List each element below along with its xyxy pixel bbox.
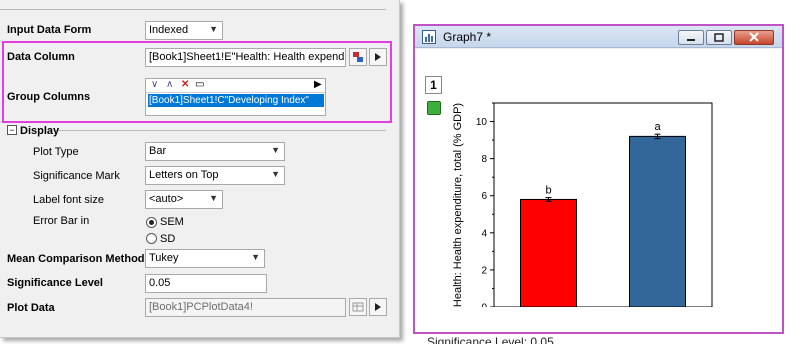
bar-chart: 0 2 4 6 8 10 Health: Health expenditure, total… bbox=[452, 102, 713, 308]
plot-data-arrow-button[interactable] bbox=[369, 298, 387, 316]
delete-icon[interactable]: ✕ bbox=[181, 79, 189, 90]
graph-window: Graph7 * 1 0246810Health: Health expendi… bbox=[413, 24, 784, 344]
chevron-down-icon: ▼ bbox=[209, 24, 218, 34]
group-columns-toolbar: ∨ ∧ ✕ ▭ ▶ bbox=[146, 79, 325, 93]
collapse-icon[interactable]: − bbox=[7, 125, 17, 135]
table-picker-icon bbox=[352, 302, 364, 312]
graph-page: 1 0246810Health: Health expenditure, tot… bbox=[415, 49, 782, 344]
expand-arrow-button[interactable] bbox=[369, 48, 387, 66]
close-button[interactable] bbox=[734, 30, 774, 45]
display-divider bbox=[55, 130, 386, 131]
significance-mark-value: Letters on Top bbox=[149, 169, 219, 181]
significance-level-label: Significance Level bbox=[7, 277, 103, 289]
plot-type-label: Plot Type bbox=[33, 146, 79, 158]
input-data-form-label: Input Data Form bbox=[7, 24, 92, 36]
column-picker-button[interactable] bbox=[349, 48, 367, 66]
significance-letter: a bbox=[654, 121, 661, 133]
play-right-icon bbox=[375, 303, 381, 311]
chevron-down-icon: ▼ bbox=[251, 252, 260, 262]
significance-mark-combo[interactable]: Letters on Top ▼ bbox=[145, 166, 285, 185]
significance-level-field[interactable]: 0.05 bbox=[145, 274, 267, 293]
y-tick-label: 4 bbox=[481, 228, 487, 239]
data-column-label: Data Column bbox=[7, 51, 75, 63]
close-icon bbox=[749, 32, 759, 42]
y-axis-title: Health: Health expenditure, total (% GDP… bbox=[452, 103, 464, 307]
significance-mark-label: Significance Mark bbox=[33, 170, 120, 182]
graph-title: Graph7 * bbox=[443, 30, 492, 44]
minimize-button[interactable] bbox=[678, 30, 704, 45]
dialog-panel: Input Data Form Indexed ▼ Data Column [B… bbox=[0, 0, 400, 338]
y-tick-label: 10 bbox=[476, 117, 488, 128]
maximize-button[interactable] bbox=[706, 30, 732, 45]
significance-letter: b bbox=[545, 185, 551, 197]
group-columns-list[interactable]: ∨ ∧ ✕ ▭ ▶ [Book1]Sheet1!C"Developing Ind… bbox=[145, 78, 326, 116]
move-up-icon[interactable]: ∧ bbox=[166, 79, 173, 90]
sd-option-label: SD bbox=[160, 233, 176, 245]
plot-data-value: [Book1]PCPlotData4! bbox=[149, 301, 253, 313]
mean-comparison-value: Tukey bbox=[149, 252, 179, 264]
input-data-form-combo[interactable]: Indexed ▼ bbox=[145, 21, 223, 40]
minimize-icon bbox=[687, 39, 695, 41]
maximize-icon bbox=[714, 33, 724, 42]
plot-data-field: [Book1]PCPlotData4! bbox=[145, 298, 346, 317]
column-picker-icon bbox=[353, 52, 363, 62]
bar bbox=[629, 135, 686, 307]
graph-window-icon bbox=[422, 30, 436, 44]
data-column-field[interactable]: [Book1]Sheet1!E"Health: Health expenditu bbox=[145, 48, 346, 67]
y-tick-label: 8 bbox=[481, 154, 487, 165]
move-down-icon[interactable]: ∨ bbox=[151, 79, 158, 90]
group-columns-label: Group Columns bbox=[7, 91, 91, 103]
mean-comparison-combo[interactable]: Tukey ▼ bbox=[145, 249, 265, 268]
play-right-icon[interactable]: ▶ bbox=[314, 79, 322, 90]
chevron-down-icon: ▼ bbox=[209, 193, 218, 203]
plot-type-combo[interactable]: Bar ▼ bbox=[145, 142, 285, 161]
group-column-item[interactable]: [Book1]Sheet1!C"Developing Index" bbox=[148, 94, 324, 107]
label-font-size-label: Label font size bbox=[33, 194, 104, 206]
top-divider bbox=[0, 9, 386, 10]
label-font-size-combo[interactable]: <auto> ▼ bbox=[145, 190, 223, 209]
plot-data-label: Plot Data bbox=[7, 302, 55, 314]
significance-level-footer: Significance Level: 0.05 bbox=[427, 335, 554, 344]
error-bar-label: Error Bar in bbox=[33, 215, 90, 227]
sd-radio[interactable] bbox=[146, 233, 157, 244]
bar bbox=[520, 198, 577, 307]
plot-type-value: Bar bbox=[149, 145, 167, 157]
sem-option-label: SEM bbox=[160, 216, 184, 228]
graph-title-bar[interactable]: Graph7 * bbox=[415, 26, 782, 48]
sem-radio[interactable] bbox=[146, 217, 157, 228]
significance-level-value: 0.05 bbox=[149, 277, 171, 289]
rectangle-icon[interactable]: ▭ bbox=[195, 79, 204, 90]
y-tick-label: 6 bbox=[481, 191, 487, 202]
chevron-down-icon: ▼ bbox=[271, 145, 280, 155]
chevron-down-icon: ▼ bbox=[271, 169, 280, 179]
input-data-form-value: Indexed bbox=[149, 24, 189, 36]
mean-comparison-label: Mean Comparison Methods bbox=[7, 253, 151, 265]
display-header: Display bbox=[20, 125, 60, 137]
label-font-size-value: <auto> bbox=[149, 193, 184, 205]
plot-data-picker-button[interactable] bbox=[349, 298, 367, 316]
data-column-value: [Book1]Sheet1!E"Health: Health expenditu bbox=[149, 51, 346, 63]
y-tick-label: 0 bbox=[481, 303, 487, 308]
y-tick-label: 2 bbox=[481, 265, 487, 276]
play-right-icon bbox=[375, 53, 381, 61]
